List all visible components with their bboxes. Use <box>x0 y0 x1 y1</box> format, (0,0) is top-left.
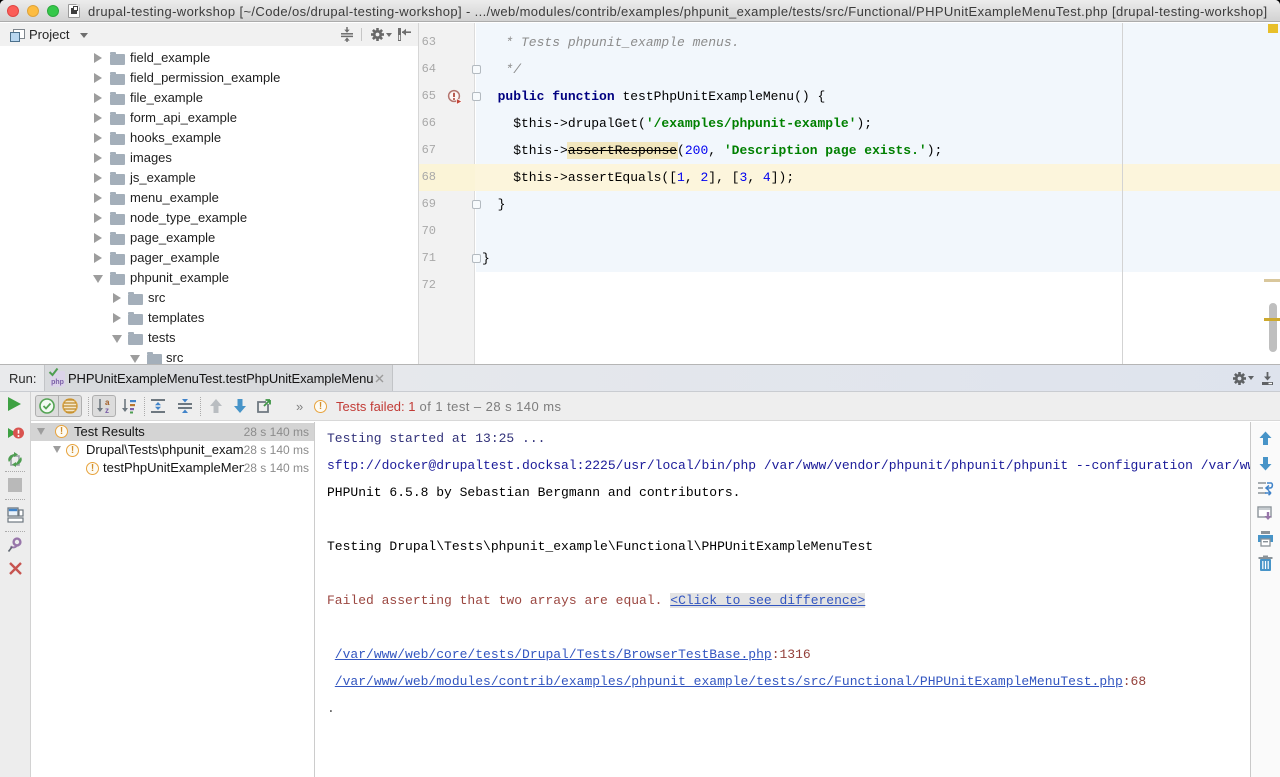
svg-text:z: z <box>105 406 109 414</box>
